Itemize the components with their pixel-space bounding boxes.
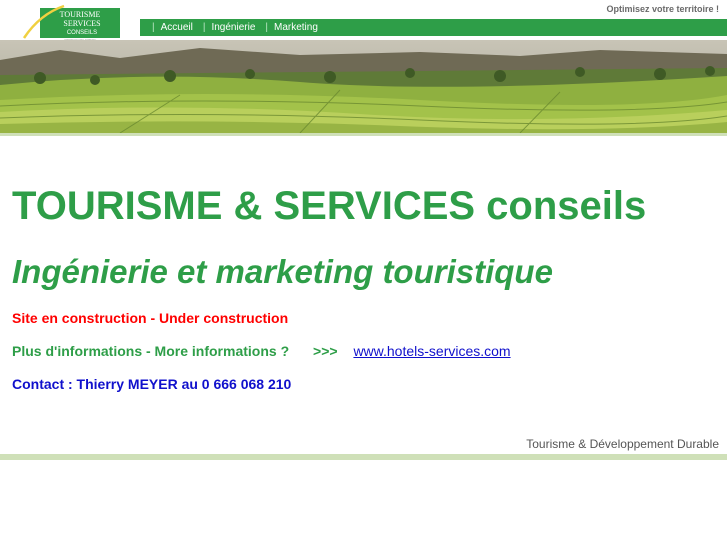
arrows-text: >>> (313, 343, 338, 359)
landscape-banner-image (0, 40, 727, 133)
more-info-text: Plus d'informations - More informations … (12, 343, 290, 359)
footer-text: Tourisme & Développement Durable (526, 437, 719, 451)
page-title: TOURISME & SERVICES conseils (12, 184, 647, 228)
nav-item-ingenierie[interactable]: Ingénierie (211, 22, 255, 33)
footer-divider (0, 454, 727, 460)
nav-item-marketing[interactable]: Marketing (274, 22, 318, 33)
header-slogan: Optimisez votre territoire ! (606, 4, 719, 14)
logo-text-line2: SERVICES (63, 19, 100, 28)
nav-item-accueil[interactable]: Accueil (161, 22, 193, 33)
nav-separator: | (265, 22, 268, 33)
more-info-line: Plus d'informations - More informations … (12, 343, 511, 359)
hotels-services-link[interactable]: www.hotels-services.com (353, 343, 510, 359)
banner-divider (0, 133, 727, 136)
page-subtitle: Ingénierie et marketing touristique (12, 253, 553, 290)
logo-text-line1: TOURISME (60, 10, 101, 19)
site-logo[interactable]: TOURISME SERVICES CONSEILS optimisez vot… (20, 4, 132, 42)
contact-info: Contact : Thierry MEYER au 0 666 068 210 (12, 376, 292, 392)
logo-text-line3: CONSEILS (67, 30, 97, 36)
header: Optimisez votre territoire ! | Accueil |… (0, 0, 727, 42)
construction-notice: Site en construction - Under constructio… (12, 310, 289, 326)
nav-separator: | (152, 22, 155, 33)
nav-separator: | (202, 22, 206, 33)
main-navigation: | Accueil | Ingénierie | Marketing (140, 19, 727, 36)
